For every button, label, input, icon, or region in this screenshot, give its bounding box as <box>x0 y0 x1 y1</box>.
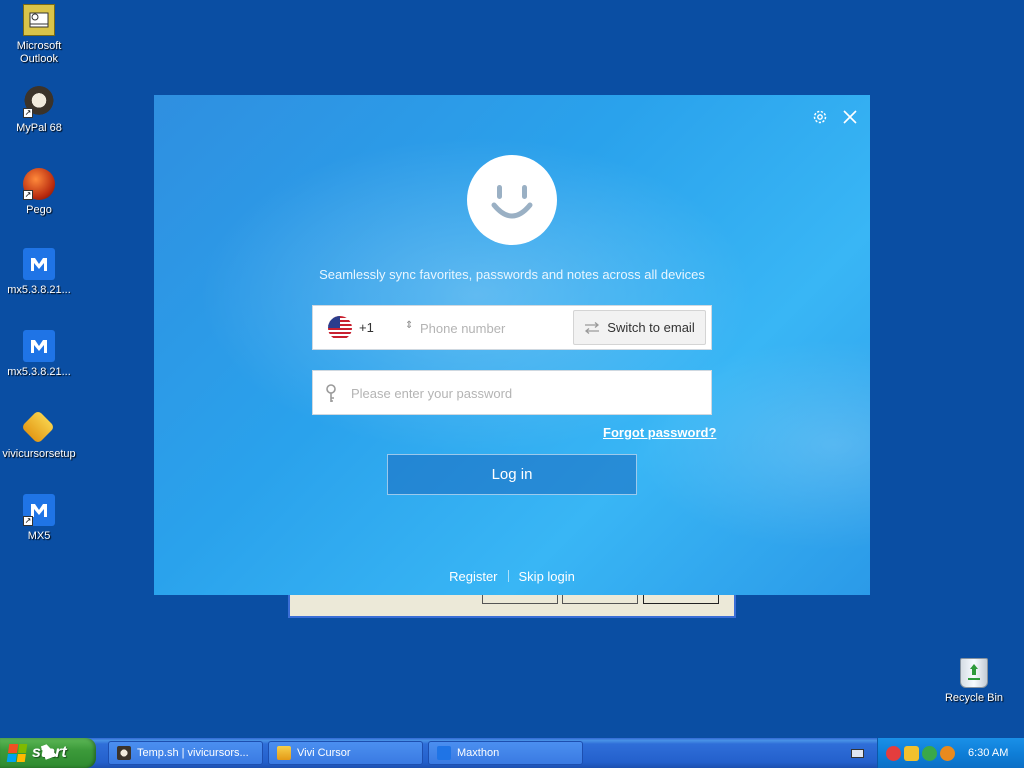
settings-icon <box>813 110 827 124</box>
skip-login-link[interactable]: Skip login <box>519 569 575 584</box>
key-icon <box>326 384 336 402</box>
clock[interactable]: 6:30 AM <box>968 747 1008 759</box>
security-shield-icon[interactable] <box>904 745 919 761</box>
footer-separator <box>507 570 509 582</box>
taskbar-button-label: Temp.sh | vivicursors... <box>137 747 249 759</box>
password-field <box>312 370 712 415</box>
desktop-icon-label: Pego <box>26 204 52 216</box>
pego-icon: ↗ <box>23 168 55 200</box>
maxthon-icon <box>23 330 55 362</box>
country-code-dropdown-icon[interactable]: ⇕ <box>405 320 413 331</box>
raccoon-icon <box>117 746 131 760</box>
phone-input[interactable] <box>420 318 570 338</box>
login-button-label: Log in <box>491 466 533 483</box>
switch-to-email-button[interactable]: Switch to email <box>573 310 706 345</box>
smiley-avatar <box>467 155 557 245</box>
settings-button[interactable] <box>810 107 830 127</box>
register-link[interactable]: Register <box>449 569 497 584</box>
password-input[interactable] <box>351 383 691 403</box>
system-tray: 6:30 AM <box>877 738 1024 768</box>
forgot-password-link[interactable]: Forgot password? <box>603 425 716 440</box>
taskbar-button-maxthon[interactable]: Maxthon <box>428 741 583 765</box>
raccoon-icon: ↗ <box>23 86 55 118</box>
desktop-icon-label: mx5.3.8.21... <box>7 366 71 378</box>
maxthon-icon <box>437 746 451 760</box>
maxthon-icon <box>23 248 55 280</box>
desktop-icon-vivicursorsetup[interactable]: vivicursorsetup <box>0 410 78 461</box>
desktop-icon-label: Recycle Bin <box>944 692 1004 704</box>
tray-app-icon[interactable] <box>886 745 901 761</box>
swap-icon <box>585 321 600 334</box>
taskbar-button-label: Vivi Cursor <box>297 747 351 759</box>
login-button[interactable]: Log in <box>387 454 637 495</box>
desktop-icon-label: MX5 <box>27 530 51 542</box>
phone-field: +1 ⇕ Switch to email <box>312 305 712 350</box>
vivicursor-icon <box>21 410 55 444</box>
search-icon[interactable] <box>940 745 955 761</box>
network-icon[interactable] <box>922 745 937 761</box>
us-flag-icon[interactable] <box>328 316 352 340</box>
outlook-icon <box>23 4 55 36</box>
desktop-icon-mx-installer-2[interactable]: mx5.3.8.21... <box>0 330 78 379</box>
sync-tagline: Seamlessly sync favorites, passwords and… <box>319 267 705 282</box>
smiley-avatar-icon <box>491 185 533 219</box>
switch-to-email-label: Switch to email <box>607 320 695 335</box>
desktop-icon-label: Microsoft Outlook <box>16 40 62 65</box>
desktop-icon-pego[interactable]: ↗ Pego <box>0 168 78 217</box>
maxthon-icon: ↗ <box>23 494 55 526</box>
login-footer: Register Skip login <box>154 569 870 584</box>
desktop-icon-label: mx5.3.8.21... <box>7 284 71 296</box>
taskbar: start Temp.sh | vivicursors... Vivi Curs… <box>0 738 1024 768</box>
desktop-icon-label: MyPal 68 <box>16 122 62 134</box>
desktop-icon-outlook[interactable]: Microsoft Outlook <box>0 4 78 66</box>
desktop-icon-recycle-bin[interactable]: Recycle Bin <box>935 658 1013 705</box>
close-button[interactable] <box>840 107 860 127</box>
vivicursor-icon <box>277 746 291 760</box>
taskbar-button-label: Maxthon <box>457 747 500 759</box>
windows-logo-icon <box>6 744 28 762</box>
taskbar-button-temp-sh[interactable]: Temp.sh | vivicursors... <box>108 741 263 765</box>
login-dialog: Seamlessly sync favorites, passwords and… <box>154 95 870 595</box>
country-code[interactable]: +1 <box>359 320 374 335</box>
keyboard-icon[interactable] <box>851 749 864 758</box>
recycle-bin-icon <box>960 658 988 688</box>
desktop-icon-mypal[interactable]: ↗ MyPal 68 <box>0 86 78 135</box>
taskbar-button-vivi-cursor[interactable]: Vivi Cursor <box>268 741 423 765</box>
desktop-icon-mx-installer-1[interactable]: mx5.3.8.21... <box>0 248 78 297</box>
desktop-icon-mx5[interactable]: ↗ MX5 <box>0 494 78 543</box>
desktop-icon-label: vivicursorsetup <box>2 448 76 460</box>
close-icon <box>843 110 857 124</box>
